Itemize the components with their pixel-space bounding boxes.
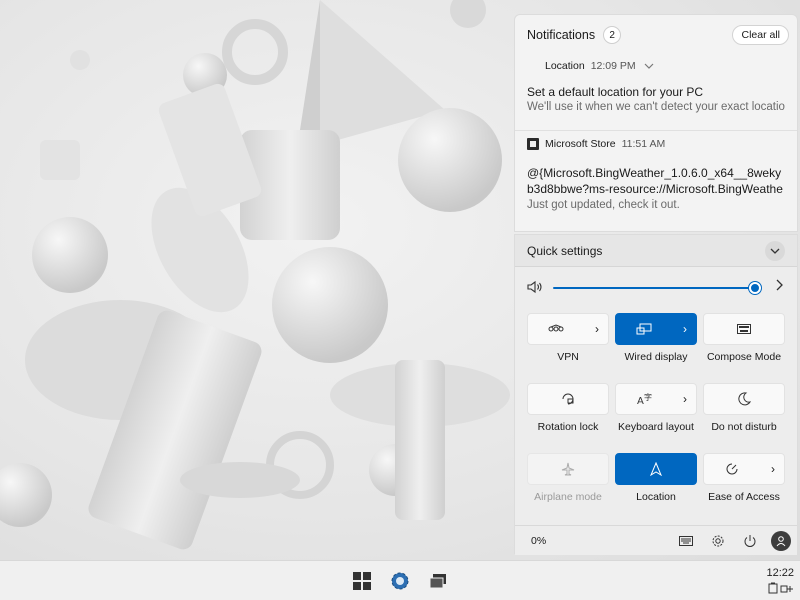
quick-settings-title: Quick settings <box>527 243 603 258</box>
svg-text:A: A <box>637 396 644 406</box>
chevron-right-icon[interactable]: › <box>672 392 698 406</box>
settings-gear-icon[interactable] <box>707 530 729 552</box>
chevron-right-icon[interactable]: › <box>760 462 786 476</box>
speaker-icon[interactable] <box>527 280 543 297</box>
chevron-right-icon[interactable]: › <box>672 322 698 336</box>
location-label: Location <box>636 491 676 503</box>
accessibility-icon <box>704 462 760 476</box>
vpn-icon <box>528 324 584 334</box>
do-not-disturb-tile[interactable] <box>703 383 785 415</box>
wired-display-label: Wired display <box>624 351 688 363</box>
compose-mode-label: Compose Mode <box>706 351 782 363</box>
notification-header: Microsoft Store 11:51 AM <box>527 133 785 155</box>
notification-header: Location 12:09 PM <box>527 55 785 77</box>
ease-of-access-tile[interactable]: › <box>703 453 785 485</box>
rotation-lock-icon <box>528 392 608 406</box>
wired-display-tile[interactable]: › <box>615 313 697 345</box>
rotation-lock-tile[interactable] <box>527 383 609 415</box>
notification-card-location[interactable]: Location 12:09 PM Set a default location… <box>515 55 797 131</box>
task-view-icon[interactable] <box>426 569 450 593</box>
action-center-panel: Notifications 2 Clear all Location 12:09… <box>514 14 798 555</box>
user-avatar-icon[interactable] <box>771 531 791 551</box>
notifications-header: Notifications 2 Clear all <box>527 23 789 47</box>
quick-settings-header: Quick settings <box>515 235 797 267</box>
keyboard-icon <box>704 324 784 334</box>
airplane-icon <box>528 462 608 476</box>
chevron-down-icon[interactable] <box>644 61 654 72</box>
notifications-count-badge: 2 <box>603 26 622 44</box>
notification-card-store[interactable]: Microsoft Store 11:51 AM @{Microsoft.Bin… <box>515 133 797 233</box>
notification-time: 12:09 PM <box>590 60 636 72</box>
keyboard-icon[interactable] <box>675 530 697 552</box>
chevron-down-icon[interactable] <box>765 241 785 261</box>
clear-all-button[interactable]: Clear all <box>732 25 789 45</box>
location-tile[interactable] <box>615 453 697 485</box>
notification-app-name: Location <box>545 60 585 72</box>
quick-settings-footer: 0% <box>515 525 797 555</box>
moon-icon <box>704 392 784 406</box>
chevron-right-icon[interactable] <box>775 279 783 294</box>
notification-app-name: Microsoft Store <box>545 138 616 150</box>
quick-settings-section: Quick settings › VPN › Wired display Com… <box>514 234 798 555</box>
notification-body: Just got updated, check it out. <box>527 199 680 211</box>
volume-slider-track[interactable] <box>553 287 755 289</box>
notification-title: @{Microsoft.BingWeather_1.0.6.0_x64__8we… <box>527 166 783 196</box>
location-icon <box>616 462 696 476</box>
microsoft-store-icon <box>527 138 539 150</box>
vpn-tile[interactable]: › <box>527 313 609 345</box>
notifications-title: Notifications <box>527 28 596 42</box>
keyboard-layout-tile[interactable]: A字 › <box>615 383 697 415</box>
airplane-mode-label: Airplane mode <box>534 491 602 503</box>
do-not-disturb-label: Do not disturb <box>711 421 777 433</box>
notifications-section: Notifications 2 Clear all Location 12:09… <box>514 14 798 232</box>
compose-mode-tile[interactable] <box>703 313 785 345</box>
volume-slider-thumb[interactable] <box>749 282 761 294</box>
battery-icon[interactable] <box>768 582 778 597</box>
network-icon[interactable] <box>780 582 794 597</box>
power-icon[interactable] <box>739 530 761 552</box>
volume-control <box>527 279 787 297</box>
language-icon: A字 <box>616 392 672 406</box>
taskbar-clock[interactable]: 12:22 <box>766 566 794 580</box>
rotation-lock-label: Rotation lock <box>537 421 599 433</box>
taskbar: 12:22 <box>0 560 800 600</box>
notification-time: 11:51 AM <box>621 138 666 150</box>
vpn-label: VPN <box>557 351 579 363</box>
keyboard-layout-label: Keyboard layout <box>618 421 694 433</box>
ease-of-access-label: Ease of Access <box>708 491 780 503</box>
airplane-mode-tile[interactable] <box>527 453 609 485</box>
system-tray[interactable] <box>768 582 794 597</box>
cast-icon <box>616 323 672 335</box>
svg-text:字: 字 <box>644 392 652 402</box>
start-icon[interactable] <box>350 569 374 593</box>
battery-percentage[interactable]: 0% <box>531 535 546 547</box>
notification-title: Set a default location for your PC <box>527 85 704 99</box>
chevron-right-icon[interactable]: › <box>584 322 610 336</box>
settings-icon[interactable] <box>388 569 412 593</box>
notification-body: We'll use it when we can't detect your e… <box>527 101 785 113</box>
